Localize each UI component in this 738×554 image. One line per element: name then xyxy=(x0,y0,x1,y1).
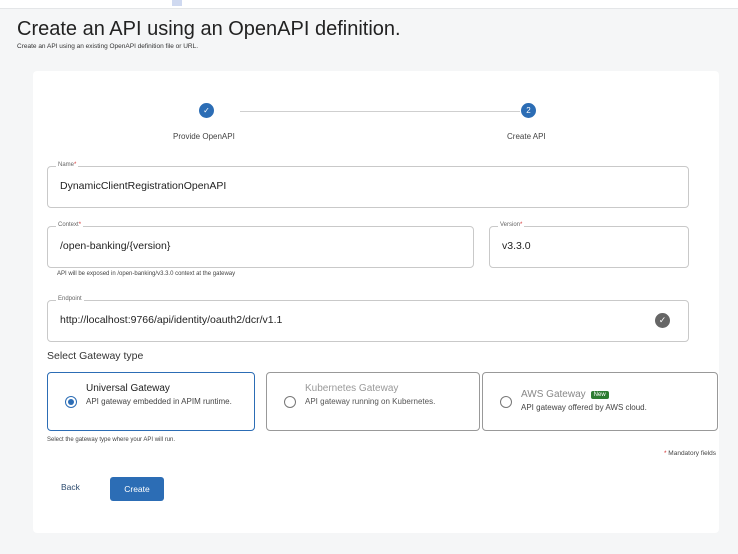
check-circle-icon: ✓ xyxy=(655,313,670,328)
page-subtitle: Create an API using an existing OpenAPI … xyxy=(17,43,199,50)
gateway-type-label: Select Gateway type xyxy=(47,350,144,362)
radio-selected-icon[interactable] xyxy=(65,396,77,408)
gateway-option-kubernetes: Kubernetes Gateway API gateway running o… xyxy=(266,372,480,431)
gateway-option-title: Kubernetes Gateway xyxy=(305,383,399,394)
page-title: Create an API using an OpenAPI definitio… xyxy=(17,18,401,40)
radio-unselected-icon xyxy=(284,396,296,408)
version-field[interactable]: Version* v3.3.0 xyxy=(489,222,689,268)
create-button[interactable]: Create xyxy=(110,477,164,501)
name-field-value[interactable]: DynamicClientRegistrationOpenAPI xyxy=(60,180,226,192)
gateway-option-title: Universal Gateway xyxy=(86,383,170,394)
step-2-indicator: 2 xyxy=(521,103,536,118)
gateway-option-title: AWS Gateway New xyxy=(521,389,609,400)
name-field[interactable]: Name* DynamicClientRegistrationOpenAPI xyxy=(47,162,689,208)
create-api-card: ✓ 2 Provide OpenAPI Create API Name* Dyn… xyxy=(33,71,719,533)
gateway-option-description: API gateway embedded in APIM runtime. xyxy=(86,397,232,406)
context-field[interactable]: Context* /open-banking/{version} xyxy=(47,222,474,268)
version-field-value[interactable]: v3.3.0 xyxy=(502,240,531,252)
version-field-label: Version* xyxy=(498,222,525,228)
gateway-option-description: API gateway running on Kubernetes. xyxy=(305,397,436,406)
endpoint-field-label: Endpoint xyxy=(56,296,84,302)
step-label-provide-openapi: Provide OpenAPI xyxy=(173,132,235,141)
stepper-connector xyxy=(240,111,520,112)
step-completed-icon: ✓ xyxy=(199,103,214,118)
back-button[interactable]: Back xyxy=(61,482,80,492)
context-helper-text: API will be exposed in /open-banking/v3.… xyxy=(57,271,236,277)
gateway-option-universal[interactable]: Universal Gateway API gateway embedded i… xyxy=(47,372,255,431)
gateway-helper-text: Select the gateway type where your API w… xyxy=(47,437,176,443)
endpoint-field-value[interactable]: http://localhost:9766/api/identity/oauth… xyxy=(60,314,282,326)
radio-unselected-icon[interactable] xyxy=(500,396,512,408)
context-field-value[interactable]: /open-banking/{version} xyxy=(60,240,170,252)
name-field-label: Name* xyxy=(56,162,79,168)
context-field-label: Context* xyxy=(56,222,84,228)
mandatory-fields-note: * Mandatory fields xyxy=(663,450,716,457)
gateway-option-aws[interactable]: AWS Gateway New API gateway offered by AW… xyxy=(482,372,718,431)
endpoint-field[interactable]: Endpoint http://localhost:9766/api/ident… xyxy=(47,296,689,342)
top-bar-marker xyxy=(172,0,182,6)
step-label-create-api: Create API xyxy=(507,132,546,141)
new-badge: New xyxy=(590,391,609,399)
top-bar xyxy=(0,0,738,9)
gateway-option-description: API gateway offered by AWS cloud. xyxy=(521,403,647,412)
